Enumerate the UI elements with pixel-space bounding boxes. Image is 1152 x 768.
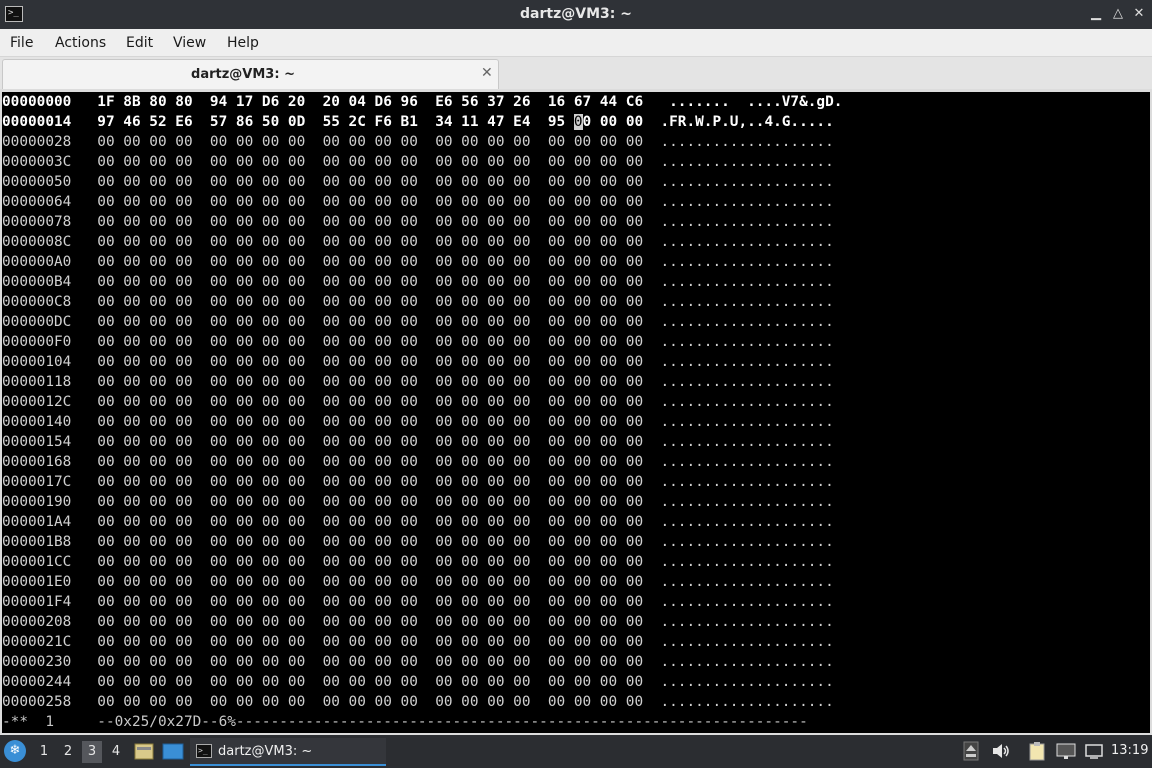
hexdump-row: 0000021C 00 00 00 00 00 00 00 00 00 00 0… bbox=[2, 634, 834, 650]
file-manager-icon[interactable] bbox=[134, 741, 154, 761]
hexdump-row: 00000000 1F 8B 80 80 94 17 D6 20 20 04 D… bbox=[2, 94, 843, 110]
workspace-2[interactable]: 2 bbox=[58, 741, 78, 763]
tab-label: dartz@VM3: ~ bbox=[191, 67, 295, 82]
hexdump-row: 00000118 00 00 00 00 00 00 00 00 00 00 0… bbox=[2, 374, 834, 390]
terminal-screen[interactable]: 00000000 1F 8B 80 80 94 17 D6 20 20 04 D… bbox=[2, 92, 1150, 733]
screen-icon[interactable] bbox=[1084, 741, 1104, 761]
hexdump-row: 000001B8 00 00 00 00 00 00 00 00 00 00 0… bbox=[2, 534, 834, 550]
clock: 13:19 bbox=[1111, 743, 1149, 758]
hexdump-row: 00000208 00 00 00 00 00 00 00 00 00 00 0… bbox=[2, 614, 834, 630]
editor-status-line: -** 1 --0x25/0x27D--6%------------------… bbox=[2, 714, 808, 730]
hexdump-row: 000001F4 00 00 00 00 00 00 00 00 00 00 0… bbox=[2, 594, 834, 610]
hexdump-row: 00000014 97 46 52 E6 57 86 50 0D 55 2C F… bbox=[2, 114, 834, 130]
hexdump-row: 00000244 00 00 00 00 00 00 00 00 00 00 0… bbox=[2, 674, 834, 690]
hexdump-row: 00000064 00 00 00 00 00 00 00 00 00 00 0… bbox=[2, 194, 834, 210]
workspace-4[interactable]: 4 bbox=[106, 741, 126, 763]
hexdump-row: 0000008C 00 00 00 00 00 00 00 00 00 00 0… bbox=[2, 234, 834, 250]
window-title: dartz@VM3: ~ bbox=[520, 6, 632, 22]
hexdump-row: 000001E0 00 00 00 00 00 00 00 00 00 00 0… bbox=[2, 574, 834, 590]
workspace-1[interactable]: 1 bbox=[34, 741, 54, 763]
maximize-window-icon[interactable]: △ bbox=[1108, 5, 1128, 23]
hexdump-row: 00000050 00 00 00 00 00 00 00 00 00 00 0… bbox=[2, 174, 834, 190]
tab-terminal[interactable]: dartz@VM3: ~ ✕ bbox=[2, 59, 499, 89]
close-window-icon[interactable]: ✕ bbox=[1129, 5, 1149, 23]
menu-actions[interactable]: Actions bbox=[55, 35, 106, 51]
workspace-3[interactable]: 3 bbox=[82, 741, 102, 763]
close-icon[interactable]: ✕ bbox=[481, 65, 493, 81]
hexdump-row: 00000104 00 00 00 00 00 00 00 00 00 00 0… bbox=[2, 354, 834, 370]
hexdump-row: 00000230 00 00 00 00 00 00 00 00 00 00 0… bbox=[2, 654, 834, 670]
show-desktop-icon[interactable] bbox=[162, 741, 184, 761]
text-cursor: 0 bbox=[573, 114, 583, 130]
terminal-icon: >_ bbox=[196, 744, 212, 758]
hexdump-row: 00000168 00 00 00 00 00 00 00 00 00 00 0… bbox=[2, 454, 834, 470]
taskbar-task-label: dartz@VM3: ~ bbox=[218, 744, 313, 759]
window-titlebar[interactable]: >_ dartz@VM3: ~ ▁ △ ✕ bbox=[0, 0, 1152, 29]
hexdump-row: 0000017C 00 00 00 00 00 00 00 00 00 00 0… bbox=[2, 474, 834, 490]
hexdump-row: 00000140 00 00 00 00 00 00 00 00 00 00 0… bbox=[2, 414, 834, 430]
hexdump-row: 00000190 00 00 00 00 00 00 00 00 00 00 0… bbox=[2, 494, 834, 510]
hexdump-row: 00000258 00 00 00 00 00 00 00 00 00 00 0… bbox=[2, 694, 834, 710]
minimize-window-icon[interactable]: ▁ bbox=[1086, 5, 1106, 23]
menu-help[interactable]: Help bbox=[227, 35, 259, 51]
start-menu-icon[interactable]: ❄ bbox=[4, 740, 26, 762]
taskbar-task-terminal[interactable]: >_ dartz@VM3: ~ bbox=[190, 738, 386, 766]
network-icon[interactable] bbox=[1055, 741, 1077, 761]
hexdump-row: 000000B4 00 00 00 00 00 00 00 00 00 00 0… bbox=[2, 274, 834, 290]
tray-arrow-icon[interactable] bbox=[963, 741, 979, 761]
hexdump-row: 000000F0 00 00 00 00 00 00 00 00 00 00 0… bbox=[2, 334, 834, 350]
hexdump-row: 000001CC 00 00 00 00 00 00 00 00 00 00 0… bbox=[2, 554, 834, 570]
hexdump-row: 0000003C 00 00 00 00 00 00 00 00 00 00 0… bbox=[2, 154, 834, 170]
menubar: File Actions Edit View Help bbox=[0, 29, 1152, 57]
hexdump-row: 000000A0 00 00 00 00 00 00 00 00 00 00 0… bbox=[2, 254, 834, 270]
hexdump-row: 00000154 00 00 00 00 00 00 00 00 00 00 0… bbox=[2, 434, 834, 450]
hexdump-row: 0000012C 00 00 00 00 00 00 00 00 00 00 0… bbox=[2, 394, 834, 410]
volume-icon[interactable] bbox=[991, 741, 1011, 761]
hexdump-row: 00000078 00 00 00 00 00 00 00 00 00 00 0… bbox=[2, 214, 834, 230]
menu-view[interactable]: View bbox=[173, 35, 206, 51]
hexdump-row: 000001A4 00 00 00 00 00 00 00 00 00 00 0… bbox=[2, 514, 834, 530]
terminal-area: 00000000 1F 8B 80 80 94 17 D6 20 20 04 D… bbox=[0, 89, 1152, 735]
tab-bar: dartz@VM3: ~ ✕ bbox=[0, 57, 1152, 89]
hexdump-row: 000000DC 00 00 00 00 00 00 00 00 00 00 0… bbox=[2, 314, 834, 330]
menu-edit[interactable]: Edit bbox=[126, 35, 153, 51]
clipboard-icon[interactable] bbox=[1027, 741, 1049, 761]
hexdump-row: 000000C8 00 00 00 00 00 00 00 00 00 00 0… bbox=[2, 294, 834, 310]
menu-file[interactable]: File bbox=[10, 35, 33, 51]
hexdump-row: 00000028 00 00 00 00 00 00 00 00 00 00 0… bbox=[2, 134, 834, 150]
taskbar: ❄ 1 2 3 4 >_ dartz@VM3: ~ 13:19 bbox=[0, 735, 1152, 768]
